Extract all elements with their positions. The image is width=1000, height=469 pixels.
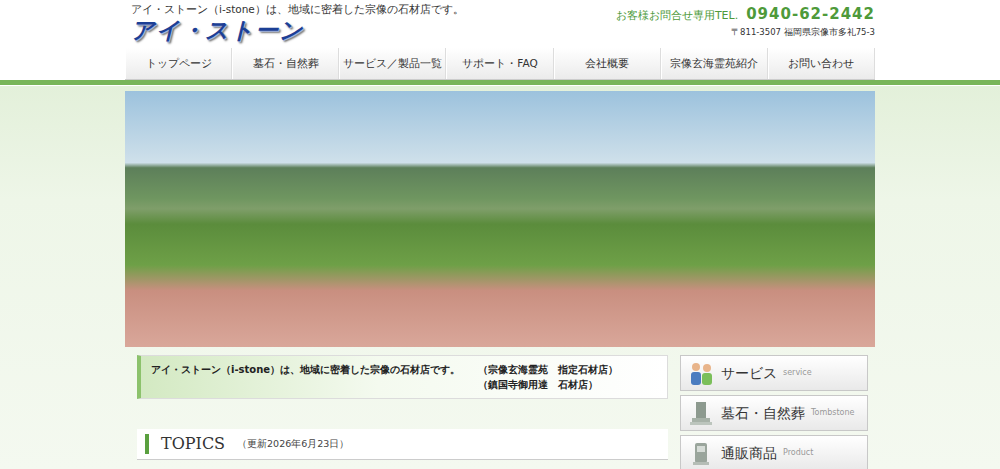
topics-updated: （更新2026年6月23日） (237, 437, 349, 451)
sidebar-sub: Product (783, 447, 813, 459)
tagline: アイ・ストーン（i-stone）は、地域に密着した宗像の石材店です。 (131, 3, 464, 16)
product-icon (687, 439, 715, 467)
sidebar-button[interactable]: サービス service (680, 355, 868, 391)
intro-note: （宗像玄海霊苑 指定石材店） (478, 362, 618, 377)
topics-bar (145, 434, 149, 454)
nav-stripe (0, 80, 1000, 85)
header-contact: お客様お問合せ専用TEL. 0940-62-2442〒811-3507 福岡県宗像… (616, 3, 875, 48)
sidebar-label: 通販商品 (721, 443, 777, 464)
intro-note: （鎮国寺御用達 石材店） (478, 377, 618, 392)
content-column: アイ・ストーン（i-stone）は、地域に密着した宗像の石材店です。 （宗像玄海霊… (137, 355, 668, 469)
tombstone-icon (687, 399, 715, 427)
address: 〒811-3507 福岡県宗像市多礼75-3 (731, 26, 875, 39)
people-icon (687, 359, 715, 387)
sidebar-sub: Tombstone (811, 407, 854, 419)
sidebar-sub: service (783, 367, 812, 379)
intro-notes: （宗像玄海霊苑 指定石材店）（鎮国寺御用達 石材店） (478, 362, 618, 392)
main-nav: トップページ墓石・自然葬サービス／製品一覧サポート・FAQ会社概要宗像玄海霊苑紹… (125, 48, 875, 80)
topics-header: TOPICS （更新2026年6月23日） (137, 429, 668, 460)
nav-item[interactable]: サポート・FAQ (446, 48, 553, 79)
intro-text: アイ・ストーン（i-stone）は、地域に密着した宗像の石材店です。 (151, 362, 460, 377)
main-content: アイ・ストーン（i-stone）は、地域に密着した宗像の石材店です。 （宗像玄海霊… (125, 347, 875, 469)
sidebar-label: 墓石・自然葬 (721, 403, 805, 424)
sidebar: サービス service 墓石・自然葬 Tombstone 通販商品 Product (680, 355, 868, 469)
tel-label: お客様お問合せ専用TEL. (616, 8, 738, 25)
site-header: アイ・ストーン（i-stone）は、地域に密着した宗像の石材店です。アイ・ストー… (125, 0, 875, 48)
nav-item[interactable]: サービス／製品一覧 (339, 48, 446, 79)
header-left: アイ・ストーン（i-stone）は、地域に密着した宗像の石材店です。アイ・ストー… (131, 3, 464, 48)
sidebar-button[interactable]: 墓石・自然葬 Tombstone (680, 395, 868, 431)
nav-item[interactable]: お問い合わせ (768, 48, 875, 79)
sidebar-label: サービス (721, 363, 777, 384)
hero-photo (125, 91, 875, 347)
tel-row: お客様お問合せ専用TEL. 0940-62-2442 (616, 3, 875, 26)
sidebar-button[interactable]: 通販商品 Product (680, 435, 868, 469)
site-logo[interactable]: アイ・ストーン (131, 16, 464, 44)
nav-item[interactable]: 宗像玄海霊苑紹介 (661, 48, 768, 79)
nav-item[interactable]: 墓石・自然葬 (232, 48, 339, 79)
nav-item[interactable]: 会社概要 (554, 48, 661, 79)
intro-box: アイ・ストーン（i-stone）は、地域に密着した宗像の石材店です。 （宗像玄海霊… (137, 355, 668, 399)
topics-title: TOPICS (161, 432, 225, 456)
nav-item[interactable]: トップページ (125, 48, 232, 79)
tel-number[interactable]: 0940-62-2442 (746, 3, 875, 26)
page: アイ・ストーン（i-stone）は、地域に密着した宗像の石材店です。アイ・ストー… (125, 0, 875, 469)
